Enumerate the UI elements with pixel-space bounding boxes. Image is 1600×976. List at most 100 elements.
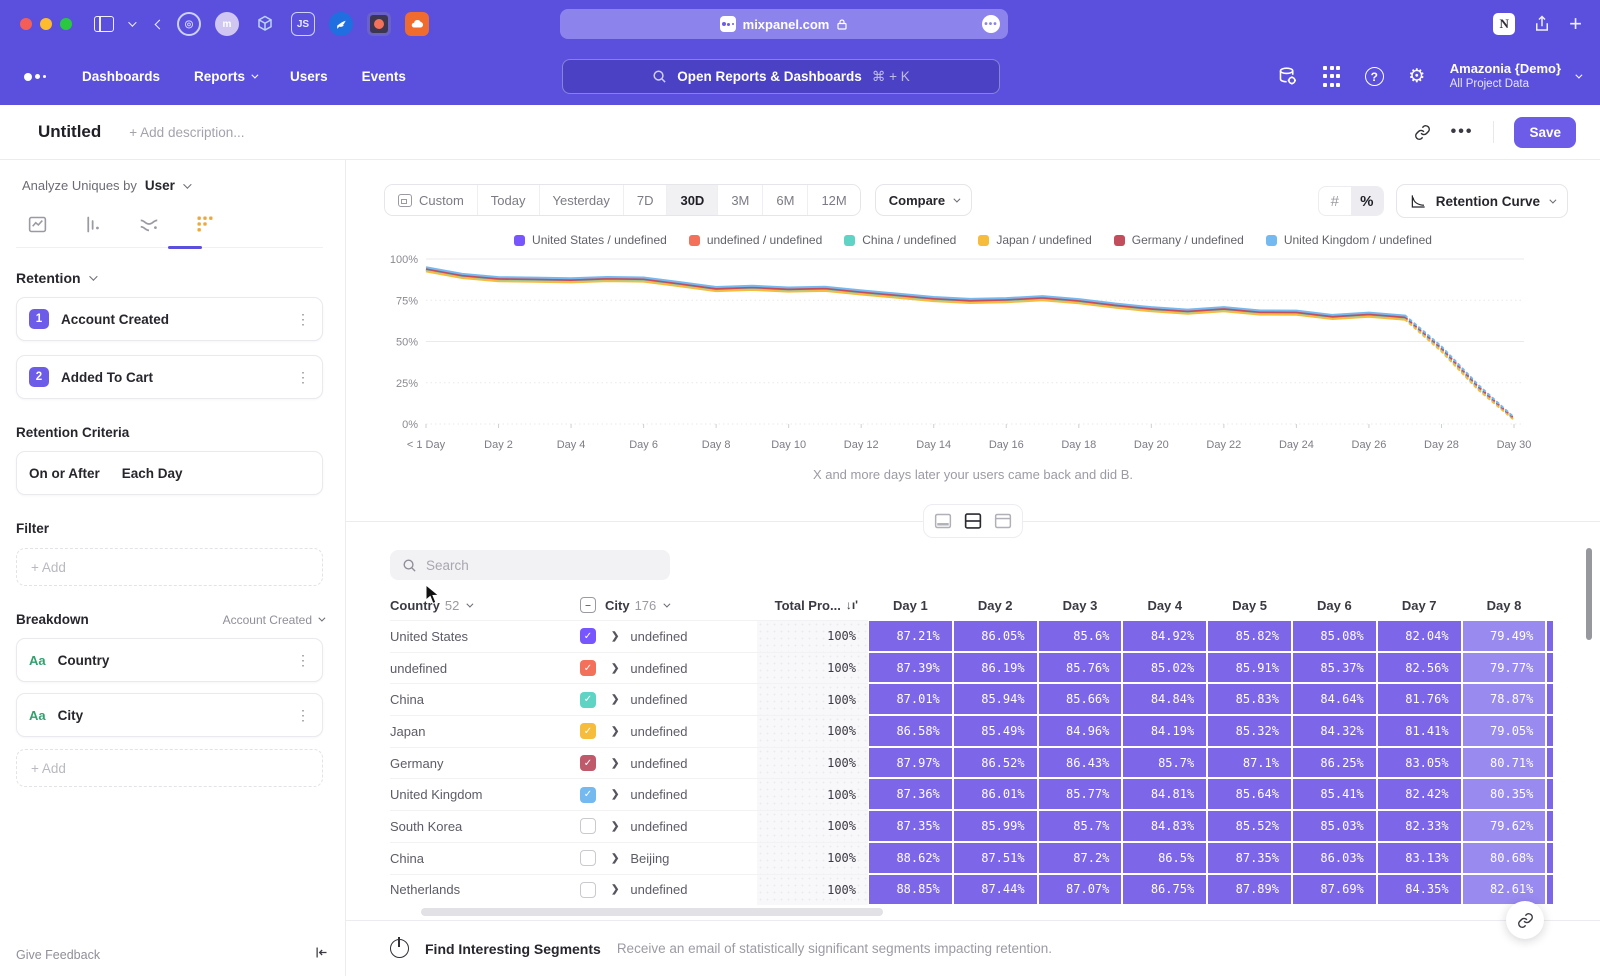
city-cell[interactable]: undefined — [630, 882, 687, 897]
expand-row-icon[interactable]: ❯ — [611, 884, 619, 895]
extension-icon-cube[interactable] — [253, 12, 277, 36]
breakdown-add-button[interactable]: + Add — [16, 749, 323, 787]
range-30d[interactable]: 30D — [667, 185, 718, 215]
event-card[interactable]: 1 Account Created ⋮ — [16, 297, 323, 341]
series-checkbox-checked[interactable]: ✓ — [580, 787, 596, 803]
data-management-icon[interactable] — [1277, 66, 1299, 88]
extension-icon-ring[interactable]: ◎ — [177, 12, 201, 36]
range-yesterday[interactable]: Yesterday — [540, 185, 624, 215]
legend-item[interactable]: Japan / undefined — [978, 233, 1091, 247]
filter-add-button[interactable]: + Add — [16, 548, 323, 586]
range-7d[interactable]: 7D — [624, 185, 668, 215]
breakdown-options-icon[interactable]: ⋮ — [296, 708, 310, 722]
range-3m[interactable]: 3M — [718, 185, 763, 215]
address-bar[interactable]: mixpanel.com ••• — [560, 9, 1008, 39]
tab-flows-icon[interactable] — [138, 213, 160, 235]
absolute-numbers-toggle[interactable]: # — [1319, 187, 1351, 215]
copy-link-icon[interactable] — [1414, 124, 1431, 141]
city-column-header[interactable]: – City176 — [580, 590, 757, 620]
minimize-window-button[interactable] — [40, 18, 52, 30]
chevron-down-icon[interactable] — [128, 18, 136, 26]
percent-toggle[interactable]: % — [1351, 187, 1383, 215]
expand-row-icon[interactable]: ❯ — [611, 821, 619, 832]
country-cell[interactable]: China — [390, 842, 580, 874]
expand-row-icon[interactable]: ❯ — [611, 663, 619, 674]
country-cell[interactable]: China — [390, 683, 580, 715]
country-cell[interactable]: undefined — [390, 652, 580, 684]
share-link-floating-button[interactable] — [1506, 901, 1544, 939]
new-tab-icon[interactable]: + — [1569, 13, 1582, 35]
add-description[interactable]: + Add description... — [129, 125, 244, 140]
share-icon[interactable] — [1533, 15, 1551, 33]
extension-icon-js[interactable]: JS — [291, 12, 315, 36]
compare-button[interactable]: Compare — [875, 184, 972, 216]
country-cell[interactable]: United Kingdom — [390, 778, 580, 810]
extension-icon-bird[interactable] — [329, 12, 353, 36]
series-checkbox-checked[interactable]: ✓ — [580, 723, 596, 739]
country-column-header[interactable]: Country52 — [390, 590, 580, 620]
breakdown-property-name[interactable]: Country — [58, 653, 110, 668]
close-window-button[interactable] — [20, 18, 32, 30]
city-cell[interactable]: undefined — [630, 756, 687, 771]
city-cell[interactable]: undefined — [630, 724, 687, 739]
nav-users[interactable]: Users — [290, 69, 328, 84]
day-column-header[interactable]: Day 5 — [1207, 590, 1292, 620]
breakdown-event-select[interactable]: Account Created — [223, 613, 323, 627]
range-6m[interactable]: 6M — [763, 185, 808, 215]
criteria-each-day[interactable]: Each Day — [122, 466, 183, 481]
collapse-sidebar-icon[interactable] — [314, 945, 329, 965]
legend-item[interactable]: undefined / undefined — [689, 233, 822, 247]
sort-descending-icon[interactable]: ↓ı' — [846, 598, 858, 612]
back-icon[interactable] — [155, 19, 165, 29]
criteria-card[interactable]: On or After Each Day — [16, 451, 323, 495]
day-column-header[interactable]: Day 1 — [868, 590, 953, 620]
tab-retention-icon[interactable] — [194, 213, 216, 235]
expand-row-icon[interactable]: ❯ — [611, 694, 619, 705]
range-custom[interactable]: Custom — [385, 185, 478, 215]
vertical-scrollbar[interactable] — [1586, 548, 1592, 640]
series-checkbox-checked[interactable]: ✓ — [580, 692, 596, 708]
day-column-header[interactable]: Day 7 — [1377, 590, 1462, 620]
view-split-toggle[interactable] — [961, 510, 985, 532]
retention-section-label[interactable]: Retention — [16, 270, 81, 286]
view-table-only-toggle[interactable] — [991, 510, 1015, 532]
day-column-header[interactable]: Day 4 — [1122, 590, 1207, 620]
criteria-on-or-after[interactable]: On or After — [29, 466, 100, 481]
report-title[interactable]: Untitled — [38, 122, 101, 142]
project-selector[interactable]: Amazonia {Demo} All Project Data — [1450, 61, 1580, 92]
event-options-icon[interactable]: ⋮ — [296, 312, 310, 326]
event-card[interactable]: 2 Added To Cart ⋮ — [16, 355, 323, 399]
tab-insights-icon[interactable] — [26, 213, 48, 235]
series-checkbox-checked[interactable]: ✓ — [580, 755, 596, 771]
range-today[interactable]: Today — [478, 185, 540, 215]
expand-row-icon[interactable]: ❯ — [611, 631, 619, 642]
country-cell[interactable]: South Korea — [390, 810, 580, 842]
expand-row-icon[interactable]: ❯ — [611, 758, 619, 769]
day-column-header[interactable]: Day 2 — [953, 590, 1038, 620]
table-search-input[interactable]: Search — [390, 550, 670, 580]
event-name[interactable]: Account Created — [61, 312, 169, 327]
analyze-value[interactable]: User — [145, 178, 175, 193]
horizontal-scrollbar[interactable] — [421, 908, 883, 916]
country-cell[interactable]: Netherlands — [390, 874, 580, 906]
expand-row-icon[interactable]: ❯ — [611, 853, 619, 864]
city-cell[interactable]: undefined — [630, 692, 687, 707]
series-checkbox-checked[interactable]: ✓ — [580, 660, 596, 676]
city-cell[interactable]: undefined — [630, 629, 687, 644]
series-checkbox-unchecked[interactable] — [580, 818, 596, 834]
save-button[interactable]: Save — [1514, 117, 1576, 148]
city-cell[interactable]: Beijing — [630, 851, 669, 866]
city-cell[interactable]: undefined — [630, 787, 687, 802]
retention-chart[interactable]: 100%75%50%25%0%< 1 DayDay 2Day 4Day 6Day… — [382, 251, 1600, 461]
legend-item[interactable]: Germany / undefined — [1114, 233, 1244, 247]
legend-item[interactable]: United Kingdom / undefined — [1266, 233, 1432, 247]
country-cell[interactable]: Germany — [390, 747, 580, 779]
zoom-window-button[interactable] — [60, 18, 72, 30]
breakdown-card[interactable]: Aa City ⋮ — [16, 693, 323, 737]
expand-row-icon[interactable]: ❯ — [611, 726, 619, 737]
range-12m[interactable]: 12M — [808, 185, 859, 215]
day-column-header[interactable]: Day 3 — [1038, 590, 1123, 620]
tab-funnels-icon[interactable] — [82, 213, 104, 235]
page-actions-icon[interactable]: ••• — [982, 15, 1000, 33]
nav-reports[interactable]: Reports — [194, 69, 256, 84]
